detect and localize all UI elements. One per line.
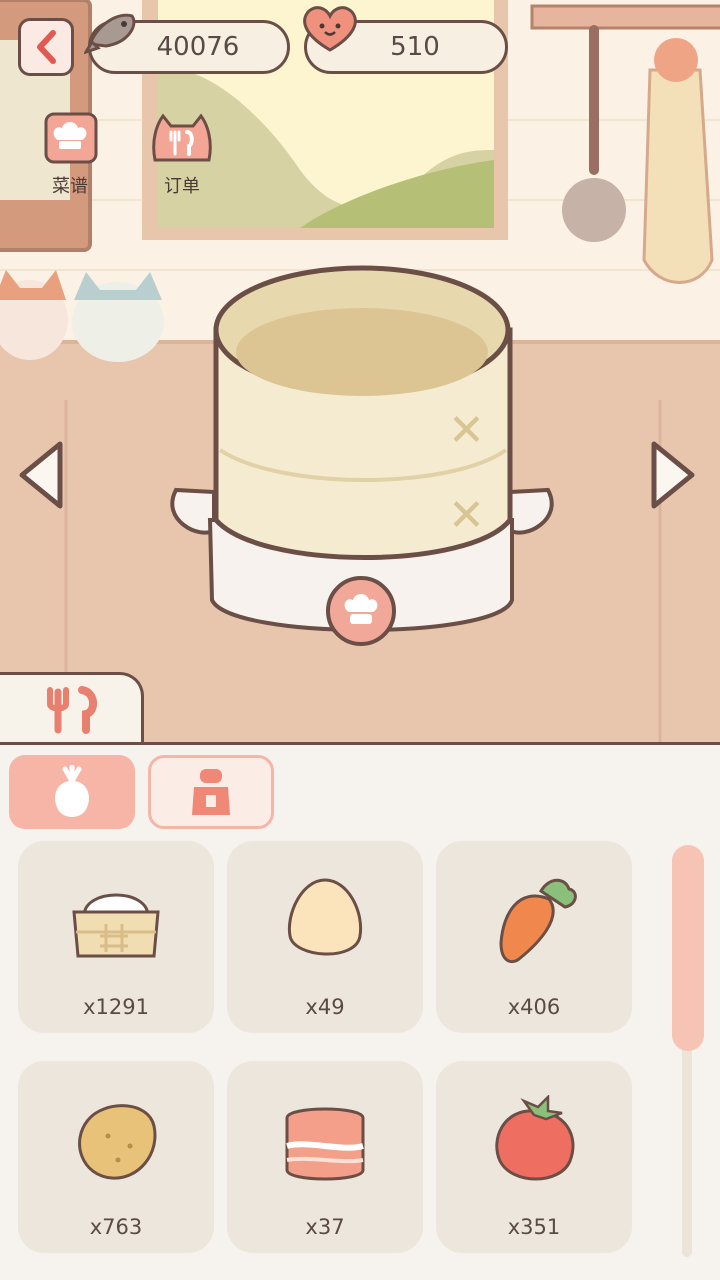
ingredient-card[interactable]: x351 (436, 1061, 632, 1253)
ingredient-quantity: x763 (89, 1215, 143, 1239)
start-cooking-button[interactable] (326, 576, 396, 646)
fish-currency-value: 40076 (156, 32, 240, 62)
orders-label: 订单 (164, 176, 200, 197)
cooking-tab[interactable] (0, 672, 144, 744)
arrow-left-icon[interactable] (16, 438, 68, 512)
heart-currency-value: 510 (390, 32, 440, 62)
chef-hat-recipe-icon (44, 112, 98, 164)
heart-face-icon (303, 6, 357, 52)
fork-spoon-icon (46, 685, 97, 734)
cat-jar-icon (72, 272, 164, 362)
ingredient-quantity: x406 (507, 995, 561, 1019)
orders-button[interactable]: 订单 (142, 110, 222, 198)
cat-jar-icon (0, 270, 68, 360)
tomato-icon (495, 1095, 575, 1181)
cat-fork-knife-icon (152, 113, 212, 162)
ingredient-card[interactable]: x406 (436, 841, 632, 1033)
ingredient-card[interactable]: x1291 (18, 841, 214, 1033)
bacon-icon (285, 1107, 365, 1181)
ingredient-card[interactable]: x37 (227, 1061, 423, 1253)
ingredient-quantity: x1291 (83, 995, 149, 1019)
vegetables-category-tab[interactable] (9, 755, 135, 829)
ingredient-card[interactable]: x763 (18, 1061, 214, 1253)
potato-icon (78, 1104, 157, 1180)
arrow-right-icon[interactable] (646, 438, 698, 512)
vegetable-icon (55, 765, 89, 817)
recipe-book-button[interactable]: 菜谱 (30, 110, 110, 198)
scrollbar-thumb[interactable] (672, 845, 704, 1051)
ingredient-card[interactable]: x49 (227, 841, 423, 1033)
ingredient-quantity: x49 (305, 995, 345, 1019)
svg-text:✕: ✕ (448, 490, 485, 541)
recipe-book-label: 菜谱 (52, 176, 88, 197)
ingredient-quantity: x351 (507, 1215, 561, 1239)
wall-shelf (530, 4, 720, 30)
ingredients-panel: x1291 x49 x406 x763 x37 x351 (0, 742, 720, 1280)
chef-hat-icon (344, 594, 378, 624)
chevron-left-icon (37, 30, 56, 64)
egg-icon (287, 878, 363, 956)
fish-icon (84, 13, 136, 54)
flour-basket-icon (72, 893, 160, 958)
carrot-icon (499, 878, 577, 964)
svg-text:✕: ✕ (448, 405, 485, 456)
seasoning-jar-icon (192, 769, 230, 815)
ingredient-quantity: x37 (305, 1215, 345, 1239)
back-button[interactable] (18, 18, 74, 76)
seasonings-category-tab[interactable] (148, 755, 274, 829)
